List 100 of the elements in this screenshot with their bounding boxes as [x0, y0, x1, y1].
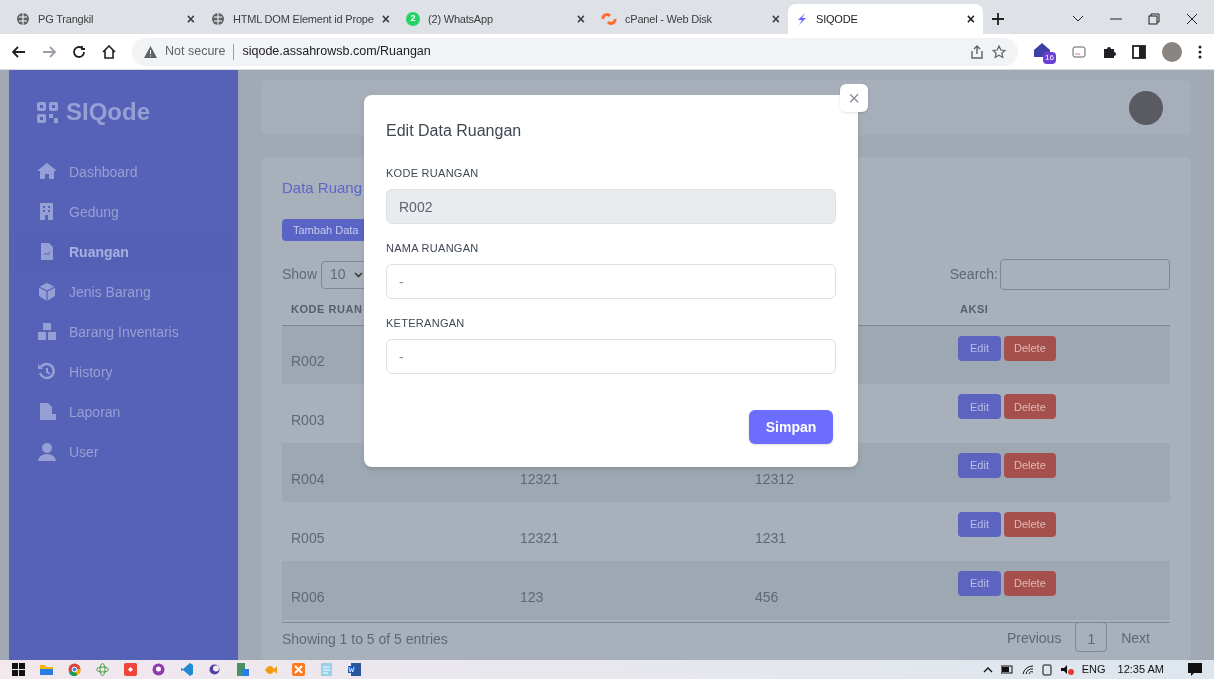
delete-button[interactable]: Delete [1003, 453, 1056, 479]
device-icon [1041, 663, 1052, 676]
fish-icon[interactable] [264, 663, 277, 676]
security-label: Not secure [165, 43, 226, 61]
notification-icon [1188, 663, 1202, 676]
close-button[interactable]: × [576, 8, 585, 30]
back-arrow-icon [12, 45, 26, 58]
field-label: KETERANGAN [386, 316, 466, 331]
extension-icon[interactable]: 16 [1034, 42, 1056, 61]
table-cell-text: R006 [291, 587, 325, 607]
table-cell-text: R005 [291, 528, 325, 548]
sidebar-item[interactable]: User [15, 432, 232, 472]
tab-title: (2) WhatsApp [428, 11, 494, 27]
browser-tab[interactable]: PG Trangkil × [8, 4, 203, 34]
language-indicator[interactable]: ENG [1081, 661, 1106, 678]
atom-icon[interactable] [96, 663, 109, 676]
text-field[interactable]: - [386, 264, 836, 299]
delete-button[interactable]: Delete [1003, 570, 1056, 596]
save-button[interactable]: Simpan [749, 410, 833, 444]
tab-title: SIQODE [816, 11, 859, 27]
delete-button[interactable]: Delete [1003, 335, 1056, 361]
browser-tab[interactable]: SIQODE × [788, 4, 983, 34]
word-icon[interactable] [348, 663, 361, 676]
sidebar-item[interactable]: Jenis Barang [15, 272, 232, 312]
database-icon[interactable] [236, 663, 249, 676]
home-icon [37, 162, 57, 182]
edit-button[interactable]: Edit [958, 570, 1001, 596]
table-cell-text: 12312 [755, 470, 794, 490]
text-field: R002 [386, 189, 836, 224]
tab-title: cPanel - Web Disk [625, 11, 713, 27]
brand-name: SIQode [66, 97, 150, 127]
folder-icon[interactable] [40, 663, 53, 676]
cpanel-icon [601, 13, 617, 25]
dialog-title: Edit Data Ruangan [386, 121, 523, 141]
chrome-icon[interactable] [68, 663, 81, 676]
sidebar-item[interactable]: Barang Inventaris [15, 312, 232, 352]
pagination-button[interactable]: Next [1121, 622, 1150, 649]
share-icon [970, 44, 984, 59]
tab-title: PG Trangkil [38, 11, 95, 27]
sidebar-item[interactable]: Dashboard [15, 152, 232, 192]
cast-icon [1072, 45, 1086, 58]
entries-info: Showing 1 to 5 of 5 entries [282, 629, 448, 649]
table-cell-text: 12321 [520, 470, 559, 490]
qr-code-icon [37, 101, 58, 123]
avatar[interactable] [1162, 41, 1182, 62]
puzzle-icon [1102, 44, 1116, 59]
restore-icon [1148, 13, 1160, 25]
plus-icon [991, 12, 1005, 26]
table-cell-text: R003 [291, 411, 325, 431]
count-badge: 16 [1043, 51, 1056, 64]
notification-badge: 2 [406, 12, 420, 26]
chevron-down-icon [353, 271, 363, 278]
ring-icon[interactable] [152, 663, 165, 676]
close-icon [1186, 13, 1198, 25]
sidebar-item[interactable]: Laporan [15, 392, 232, 432]
close-button[interactable]: × [966, 8, 975, 30]
edit-button[interactable]: Edit [958, 335, 1001, 361]
cube-icon [37, 282, 57, 302]
star-icon [992, 44, 1006, 59]
moon-icon[interactable] [208, 663, 221, 676]
sidebar-item[interactable]: History [15, 352, 232, 392]
delete-button[interactable]: Delete [1003, 512, 1056, 538]
edit-button[interactable]: Edit [958, 453, 1001, 479]
card-title: Data Ruang [282, 178, 364, 198]
globe-icon [16, 12, 30, 26]
search-label: Search: [949, 265, 998, 285]
table-cell-text: R004 [291, 470, 325, 490]
edit-button[interactable]: Edit [958, 512, 1001, 538]
column-header[interactable]: KODE RUAN [291, 300, 363, 318]
pagination-button[interactable]: Previous [1006, 622, 1062, 649]
globe-icon [211, 12, 225, 26]
close-button[interactable]: × [771, 8, 780, 30]
browser-tab[interactable]: 2 (2) WhatsApp × [398, 4, 593, 34]
close-button[interactable]: × [381, 8, 390, 30]
table-cell-text: R002 [291, 352, 325, 372]
code-editor-icon[interactable] [180, 663, 193, 676]
close-button[interactable]: × [186, 8, 195, 30]
clock[interactable]: 12:35 AM [1117, 661, 1164, 678]
search-field[interactable] [1000, 259, 1170, 291]
browser-tab[interactable]: cPanel - Web Disk × [593, 4, 788, 34]
address-bar[interactable]: Not secure siqode.assahrowsb.com/Ruangan [132, 37, 1018, 66]
close-button[interactable]: × [840, 84, 868, 112]
speaker-muted-icon [1059, 664, 1074, 675]
delete-button[interactable]: Delete [1003, 394, 1056, 420]
edit-button[interactable]: Edit [958, 394, 1001, 420]
sidebar-item[interactable]: Gedung [15, 192, 232, 232]
history-icon [37, 362, 57, 382]
boxes-icon [37, 322, 57, 342]
sidebar-icon [1132, 44, 1146, 59]
windows-start-icon[interactable] [12, 663, 25, 676]
xampp-icon[interactable] [292, 663, 305, 676]
show-label: Show [282, 265, 318, 285]
diamond-tile-icon[interactable] [124, 663, 137, 676]
text-field[interactable]: - [386, 339, 836, 374]
avatar[interactable] [1129, 90, 1163, 125]
field-label: NAMA RUANGAN [386, 241, 480, 256]
browser-tab[interactable]: HTML DOM Element id Prope × [203, 4, 398, 34]
column-header[interactable]: AKSI [960, 300, 989, 318]
table-cell-text: 1231 [755, 528, 787, 548]
minimize-icon [1110, 18, 1122, 20]
